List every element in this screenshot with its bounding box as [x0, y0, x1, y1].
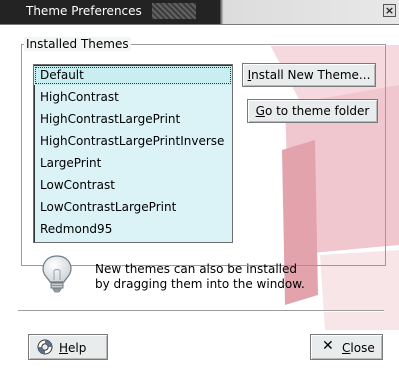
theme-list-item-highcontrastlargeprint[interactable]: HighContrastLargePrint: [34, 110, 232, 129]
separator: [18, 310, 384, 312]
help-label-rest: elp: [68, 341, 87, 355]
folder-mnemonic: G: [255, 104, 265, 118]
theme-list-item-lowcontrastlargeprint[interactable]: LowContrastLargePrint: [34, 198, 232, 217]
close-button[interactable]: ✕ Close: [310, 334, 383, 360]
close-icon: ✕: [322, 338, 334, 354]
folder-label-rest: o to theme folder: [264, 104, 370, 118]
lightbulb-icon: [42, 255, 72, 293]
title-bar[interactable]: Theme Preferences ×: [0, 0, 399, 25]
info-line-1: New themes can also be installed: [95, 262, 298, 276]
theme-list-item-highcontrastlargeprintinverse[interactable]: HighContrastLargePrintInverse: [34, 132, 232, 151]
install-new-theme-button[interactable]: Install New Theme...: [242, 63, 376, 87]
installed-themes-label: Installed Themes: [24, 37, 131, 51]
info-message: New themes can also be installed by drag…: [95, 262, 355, 292]
theme-list-item-redmond95[interactable]: Redmond95: [34, 220, 232, 239]
install-label-rest: nstall New Theme...: [251, 68, 371, 82]
theme-list-item-largeprint[interactable]: LargePrint: [34, 154, 232, 173]
theme-list-item-lowcontrast[interactable]: LowContrast: [34, 176, 232, 195]
info-line-2: by dragging them into the window.: [95, 277, 305, 291]
close-label: Close: [342, 336, 375, 360]
theme-preferences-window: Theme Preferences × Installed Themes Def…: [0, 0, 399, 372]
help-button[interactable]: Help: [28, 334, 108, 360]
window-title: Theme Preferences: [26, 4, 142, 18]
close-label-rest: lose: [350, 341, 375, 355]
title-grip[interactable]: [152, 3, 196, 19]
help-label: Help: [59, 336, 86, 360]
help-lifebuoy-icon: [37, 339, 53, 355]
theme-list-item-default[interactable]: Default: [34, 66, 232, 85]
help-mnemonic: H: [59, 341, 69, 355]
window-close-icon[interactable]: ×: [383, 4, 396, 17]
go-to-theme-folder-button[interactable]: Go to theme folder: [247, 99, 378, 123]
theme-list[interactable]: Default HighContrast HighContrastLargePr…: [33, 64, 233, 243]
theme-list-item-highcontrast[interactable]: HighContrast: [34, 88, 232, 107]
